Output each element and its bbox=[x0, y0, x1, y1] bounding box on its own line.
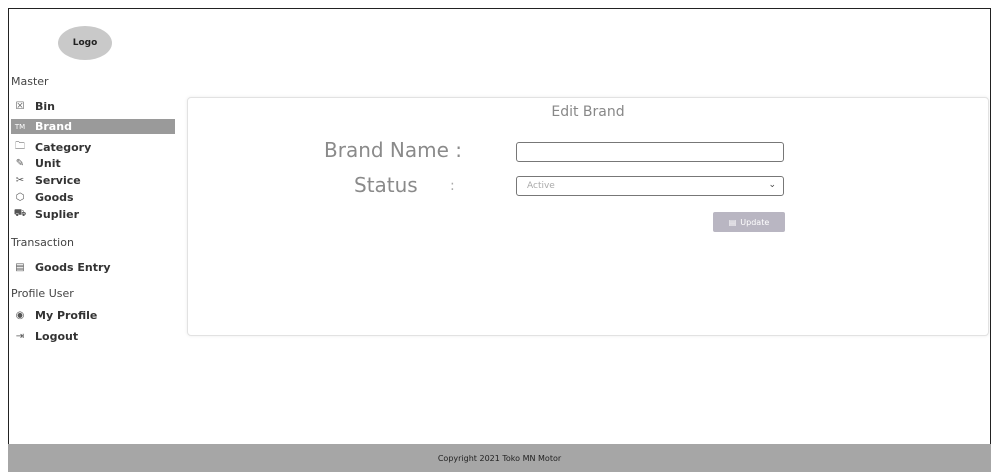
sidebar-item-label: Goods bbox=[35, 191, 74, 204]
sidebar-item-label: Category bbox=[35, 141, 92, 154]
status-select[interactable]: Active ⌄ bbox=[516, 176, 784, 196]
save-icon: ▤ bbox=[728, 217, 737, 227]
logo: Logo bbox=[58, 26, 112, 60]
brand-name-label: Brand Name : bbox=[324, 138, 463, 162]
sidebar-item-label: Brand bbox=[35, 120, 72, 133]
category-icon: 🗀 bbox=[15, 141, 25, 152]
chevron-down-icon: ⌄ bbox=[768, 180, 776, 190]
sidebar-item-service[interactable]: ✂ Service bbox=[13, 173, 81, 188]
logout-icon: ⇥ bbox=[15, 331, 25, 342]
sidebar-item-label: Service bbox=[35, 174, 81, 187]
sidebar-item-bin[interactable]: ☒ Bin bbox=[13, 99, 55, 114]
brand-icon: TM bbox=[14, 122, 26, 131]
sidebar-item-label: Suplier bbox=[35, 208, 80, 221]
edit-brand-card: Edit Brand Brand Name : Status : Active … bbox=[187, 97, 989, 336]
truck-icon: ⛟ bbox=[13, 208, 27, 219]
status-colon: : bbox=[450, 178, 455, 194]
footer: Copyright 2021 Toko MN Motor bbox=[8, 444, 991, 472]
brand-name-input[interactable] bbox=[516, 142, 784, 162]
sidebar-item-unit[interactable]: ✎ Unit bbox=[13, 156, 61, 171]
tools-icon: ✂ bbox=[15, 175, 25, 186]
status-label: Status bbox=[354, 173, 418, 197]
sidebar-item-goods-entry[interactable]: ▤ Goods Entry bbox=[13, 260, 111, 275]
sidebar-item-label: Logout bbox=[35, 330, 79, 343]
section-title-master: Master bbox=[11, 75, 49, 88]
sidebar-item-category[interactable]: 🗀 Category bbox=[13, 140, 91, 155]
update-button-label: Update bbox=[740, 217, 770, 227]
copyright-text: Copyright 2021 Toko MN Motor bbox=[437, 453, 562, 463]
status-select-value: Active bbox=[527, 181, 555, 191]
sidebar-item-brand[interactable]: TM Brand bbox=[11, 119, 175, 134]
pen-icon: ✎ bbox=[15, 158, 25, 169]
box-icon: ⬡ bbox=[15, 192, 25, 203]
sidebar-item-logout[interactable]: ⇥ Logout bbox=[13, 329, 78, 344]
section-title-transaction: Transaction bbox=[11, 236, 74, 249]
sidebar-item-my-profile[interactable]: ◉ My Profile bbox=[13, 308, 98, 323]
sidebar-item-goods[interactable]: ⬡ Goods bbox=[13, 190, 74, 205]
logo-text: Logo bbox=[72, 38, 98, 48]
bin-icon: ☒ bbox=[15, 101, 25, 112]
sidebar-item-suplier[interactable]: ⛟ Suplier bbox=[13, 207, 79, 222]
sidebar-item-label: Goods Entry bbox=[35, 261, 111, 274]
update-button[interactable]: ▤ Update bbox=[713, 212, 785, 232]
clipboard-icon: ▤ bbox=[15, 262, 25, 273]
page-title: Edit Brand bbox=[551, 104, 625, 120]
user-icon: ◉ bbox=[15, 310, 25, 321]
sidebar-item-label: Bin bbox=[35, 100, 55, 113]
sidebar-item-label: Unit bbox=[35, 157, 61, 170]
section-title-profile: Profile User bbox=[11, 287, 74, 300]
sidebar-item-label: My Profile bbox=[35, 309, 98, 322]
